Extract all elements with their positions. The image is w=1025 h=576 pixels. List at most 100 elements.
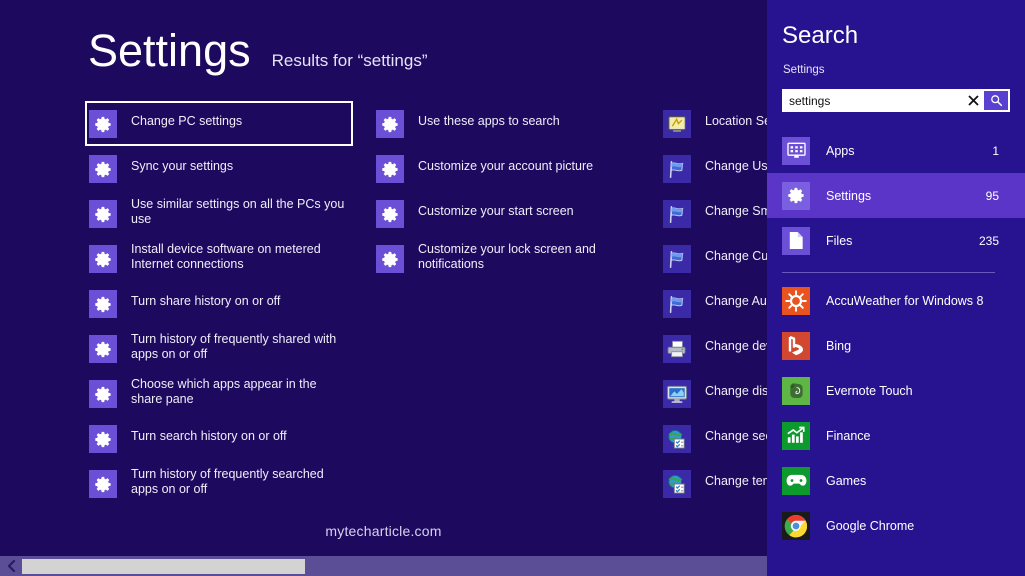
results-header: Settings Results for “settings” [88,28,428,73]
search-app-list: AccuWeather for Windows 8 Bing Evernote To… [767,278,1025,576]
search-box[interactable] [782,89,1010,112]
category-label: Settings [826,188,872,203]
gear-icon [376,245,404,273]
search-category-apps[interactable]: Apps 1 [767,128,1025,173]
page-title: Settings [88,25,251,76]
settings-result-item[interactable]: Location Settin [659,101,767,146]
settings-result-item[interactable]: Turn history of frequently shared with a… [85,326,353,371]
horizontal-scrollbar[interactable] [0,556,767,576]
settings-result-item[interactable]: Customize your account picture [372,146,640,191]
settings-result-item[interactable]: Change PC settings [85,101,353,146]
settings-result-item[interactable]: Change securi [659,416,767,461]
settings-result-item[interactable]: Change User A [659,146,767,191]
search-app-item[interactable]: Bing [767,323,1025,368]
chevron-left-icon[interactable] [0,556,22,576]
close-icon[interactable] [962,89,984,112]
settings-result-item[interactable]: Use these apps to search [372,101,640,146]
gear-icon [89,245,117,273]
settings-result-item[interactable]: Turn history of frequently searched apps… [85,461,353,506]
result-item-label: Change securi [705,429,767,443]
site-watermark: mytecharticle.com [325,523,442,539]
gear-icon [89,290,117,318]
scrollbar-track[interactable] [305,556,767,576]
gear-icon [376,200,404,228]
app-item-label: Evernote Touch [826,383,913,398]
category-count: 1 [992,143,999,158]
windows8-search-results-screen: Settings Results for “settings” Change P… [0,0,1025,576]
result-item-label: Change temp [705,474,767,488]
app-item-label: Finance [826,428,871,443]
result-item-label: Sync your settings [131,159,234,173]
result-item-label: Change Autor [705,294,767,308]
settings-result-item[interactable]: Turn share history on or off [85,281,353,326]
search-app-item[interactable]: Finance [767,413,1025,458]
search-category-settings[interactable]: Settings 95 [767,173,1025,218]
search-scope-label: Settings [783,64,825,76]
search-app-item[interactable]: Games [767,458,1025,503]
gear-icon [89,470,117,498]
gear-icon [89,380,117,408]
result-item-label: Turn history of frequently shared with a… [131,332,337,361]
result-item-label: Use these apps to search [418,114,560,128]
settings-result-item[interactable]: Install device software on metered Inter… [85,236,353,281]
search-app-item[interactable]: AccuWeather for Windows 8 [767,278,1025,323]
result-item-label: Customize your account picture [418,159,594,173]
chrome-icon [782,511,810,540]
result-item-label: Turn search history on or off [131,429,287,443]
settings-result-item[interactable]: Turn search history on or off [85,416,353,461]
gear-icon [89,335,117,363]
accuweather-icon [782,286,810,315]
result-item-label: Turn history of frequently searched apps… [131,467,324,496]
gear-icon [782,181,810,210]
settings-result-item[interactable]: Change Autor [659,281,767,326]
app-item-label: Games [826,473,867,488]
result-item-label: Choose which apps appear in the share pa… [131,377,317,406]
category-label: Files [826,233,853,248]
location-settings-icon [663,110,691,138]
settings-result-item[interactable]: Change displa [659,371,767,416]
result-item-label: Customize your lock screen and notificat… [418,242,596,271]
settings-result-item[interactable]: Choose which apps appear in the share pa… [85,371,353,416]
settings-result-item[interactable]: Sync your settings [85,146,353,191]
search-input[interactable] [782,89,962,112]
results-column-1: Change PC settings Sync your settings Use … [85,101,353,506]
settings-result-item[interactable]: Change temp [659,461,767,506]
settings-result-item[interactable]: Use similar settings on all the PCs you … [85,191,353,236]
result-item-label: Change User A [705,159,767,173]
result-item-label: Change Custo Program settin [705,249,767,263]
scrollbar-thumb[interactable] [22,558,305,574]
settings-result-item[interactable]: Change Smar [659,191,767,236]
internet-options-icon [663,470,691,498]
shield-flag-icon [663,290,691,318]
result-item-label: Customize your start screen [418,204,574,218]
shield-flag-icon [663,155,691,183]
settings-result-item[interactable]: Customize your lock screen and notificat… [372,236,640,281]
search-charm-panel: Search Settings Apps1Settings95Files235 … [767,0,1025,576]
result-item-label: Location Settin [705,114,767,128]
results-for-label: Results for “settings” [271,51,428,70]
category-divider [782,272,995,273]
search-app-item[interactable]: Evernote Touch [767,368,1025,413]
search-icon[interactable] [984,91,1008,110]
search-app-item[interactable]: Google Chrome [767,503,1025,548]
result-item-label: Change displa [705,384,767,398]
app-item-label: AccuWeather for Windows 8 [826,293,984,308]
gear-icon [89,110,117,138]
panel-bottom-strip [767,552,1025,576]
gear-icon [376,155,404,183]
result-item-label: Change PC settings [131,114,243,128]
settings-result-item[interactable]: Change devic [659,326,767,371]
result-item-label: Turn share history on or off [131,294,281,308]
app-item-label: Google Chrome [826,518,915,533]
internet-options-icon [663,425,691,453]
bing-icon [782,331,810,360]
apps-icon [782,136,810,165]
settings-result-item[interactable]: Change Custo Program settin [659,236,767,281]
shield-flag-icon [663,245,691,273]
file-icon [782,226,810,255]
search-category-files[interactable]: Files 235 [767,218,1025,263]
settings-result-item[interactable]: Customize your start screen [372,191,640,236]
app-item-label: Bing [826,338,852,353]
games-icon [782,466,810,495]
category-count: 235 [978,233,999,248]
